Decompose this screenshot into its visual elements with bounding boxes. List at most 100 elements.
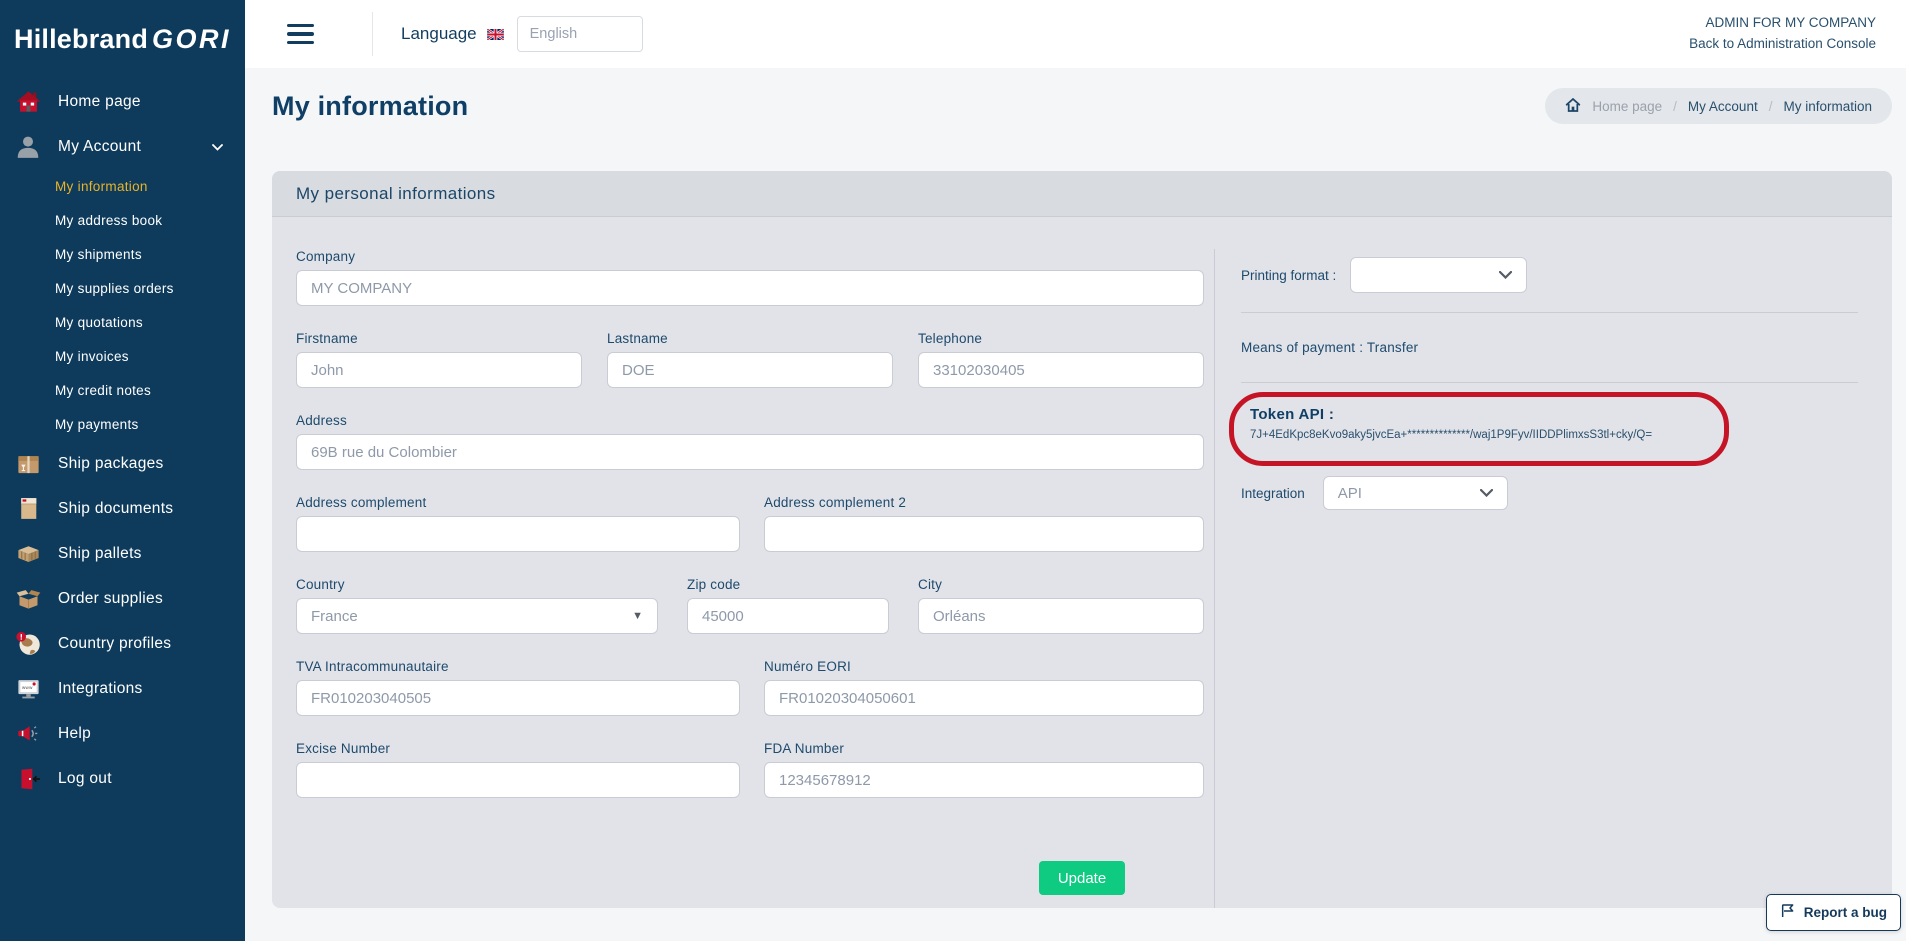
sidebar-subitem-my-payments[interactable]: My payments (0, 407, 245, 441)
report-bug-button[interactable]: Report a bug (1766, 894, 1901, 931)
address-complement2-input[interactable] (764, 516, 1204, 552)
sidebar-item-home-page[interactable]: Home page (0, 79, 245, 124)
update-button[interactable]: Update (1039, 861, 1125, 895)
sidebar-subitem-my-supplies-orders[interactable]: My supplies orders (0, 271, 245, 305)
admin-label: ADMIN FOR MY COMPANY (1689, 13, 1876, 34)
sidebar-item-label: Country profiles (58, 635, 171, 653)
home-icon (1565, 97, 1581, 116)
user-icon (13, 134, 43, 160)
menu-icon[interactable] (287, 24, 314, 45)
company-input[interactable] (296, 270, 1204, 306)
breadcrumb-my-information[interactable]: My information (1783, 99, 1872, 114)
sidebar-item-label: Ship packages (58, 455, 164, 473)
monitor-icon: www (13, 675, 43, 702)
sidebar-item-order-supplies[interactable]: Order supplies (0, 576, 245, 621)
breadcrumb-home[interactable]: Home page (1592, 99, 1662, 114)
uk-flag-icon (487, 29, 504, 40)
door-icon (13, 766, 43, 792)
globe-icon (13, 630, 43, 657)
sidebar-subitem-my-invoices[interactable]: My invoices (0, 339, 245, 373)
lastname-input[interactable] (607, 352, 893, 388)
section-divider (1241, 382, 1858, 383)
personal-info-card: My personal informations Company Firstna… (272, 171, 1892, 908)
admin-block: ADMIN FOR MY COMPANY Back to Administrat… (1689, 13, 1876, 55)
address-label: Address (296, 413, 1204, 428)
address-complement2-label: Address complement 2 (764, 495, 1204, 510)
zip-code-input[interactable] (687, 598, 889, 634)
card-title: My personal informations (272, 171, 1892, 217)
sidebar-item-label: Help (58, 725, 91, 743)
pallet-icon (13, 540, 43, 567)
bug-icon (1780, 903, 1796, 922)
report-bug-label: Report a bug (1804, 905, 1887, 920)
address-input[interactable] (296, 434, 1204, 470)
language-label: Language (401, 24, 477, 44)
sidebar-item-country-profiles[interactable]: Country profiles (0, 621, 245, 666)
sidebar: HillebrandGORI Home page My Account My i… (0, 0, 245, 941)
token-api-label: Token API : (1250, 406, 1718, 423)
eori-input[interactable] (764, 680, 1204, 716)
country-select[interactable]: France ▼ (296, 598, 658, 634)
card-body: Company Firstname Lastname Telephone (272, 217, 1892, 908)
sidebar-item-label: Home page (58, 93, 141, 111)
telephone-input[interactable] (918, 352, 1204, 388)
breadcrumb: Home page / My Account / My information (1545, 88, 1892, 124)
tva-input[interactable] (296, 680, 740, 716)
breadcrumb-separator: / (1769, 99, 1773, 114)
chevron-down-icon (212, 138, 223, 156)
country-value: France (311, 608, 358, 625)
zip-code-label: Zip code (687, 577, 889, 592)
address-complement-label: Address complement (296, 495, 740, 510)
sidebar-item-ship-packages[interactable]: Ship packages (0, 441, 245, 486)
sidebar-item-label: Ship documents (58, 500, 173, 518)
sidebar-item-label: Ship pallets (58, 545, 142, 563)
home-icon (13, 88, 43, 115)
sidebar-nav: Home page My Account My information My a… (0, 79, 245, 801)
sidebar-item-label: Log out (58, 770, 112, 788)
language-select[interactable]: English (517, 16, 643, 52)
excise-number-input[interactable] (296, 762, 740, 798)
sidebar-item-help[interactable]: Help (0, 711, 245, 756)
sidebar-subitem-my-shipments[interactable]: My shipments (0, 237, 245, 271)
back-to-admin-link[interactable]: Back to Administration Console (1689, 34, 1876, 55)
address-complement-input[interactable] (296, 516, 740, 552)
sidebar-subitem-my-quotations[interactable]: My quotations (0, 305, 245, 339)
sidebar-subitem-my-address-book[interactable]: My address book (0, 203, 245, 237)
sidebar-subitem-my-credit-notes[interactable]: My credit notes (0, 373, 245, 407)
dropdown-arrow-icon: ▼ (632, 610, 643, 622)
integration-label: Integration (1241, 486, 1305, 501)
firstname-input[interactable] (296, 352, 582, 388)
sidebar-item-label: My Account (58, 138, 141, 156)
subitem-label: My payments (55, 417, 139, 432)
subitem-label: My shipments (55, 247, 142, 262)
printing-format-select[interactable] (1350, 257, 1527, 293)
open-box-icon (13, 585, 43, 612)
breadcrumb-my-account[interactable]: My Account (1688, 99, 1758, 114)
form-column: Company Firstname Lastname Telephone (272, 249, 1214, 908)
envelope-icon (13, 495, 43, 522)
city-label: City (918, 577, 1204, 592)
integration-select[interactable]: API (1323, 476, 1508, 510)
sidebar-item-ship-pallets[interactable]: Ship pallets (0, 531, 245, 576)
page-title: My information (272, 91, 468, 122)
section-divider (1241, 312, 1858, 313)
sidebar-item-integrations[interactable]: www Integrations (0, 666, 245, 711)
subitem-label: My quotations (55, 315, 143, 330)
token-api-annotation: Token API : 7J+4EdKpc8eKvo9aky5jvcEa+***… (1229, 392, 1729, 466)
fda-number-input[interactable] (764, 762, 1204, 798)
sidebar-item-log-out[interactable]: Log out (0, 756, 245, 801)
integration-value: API (1338, 485, 1362, 502)
telephone-label: Telephone (918, 331, 1204, 346)
header-divider (372, 12, 373, 56)
subitem-label: My supplies orders (55, 281, 174, 296)
brand-name-gori: GORI (152, 24, 231, 54)
fda-number-label: FDA Number (764, 741, 1204, 756)
sidebar-subitem-my-information[interactable]: My information (0, 169, 245, 203)
sidebar-item-my-account[interactable]: My Account (0, 124, 245, 169)
sidebar-item-ship-documents[interactable]: Ship documents (0, 486, 245, 531)
country-label: Country (296, 577, 658, 592)
chevron-down-icon (1499, 271, 1512, 279)
subitem-label: My address book (55, 213, 162, 228)
svg-text:www: www (21, 685, 32, 690)
city-input[interactable] (918, 598, 1204, 634)
